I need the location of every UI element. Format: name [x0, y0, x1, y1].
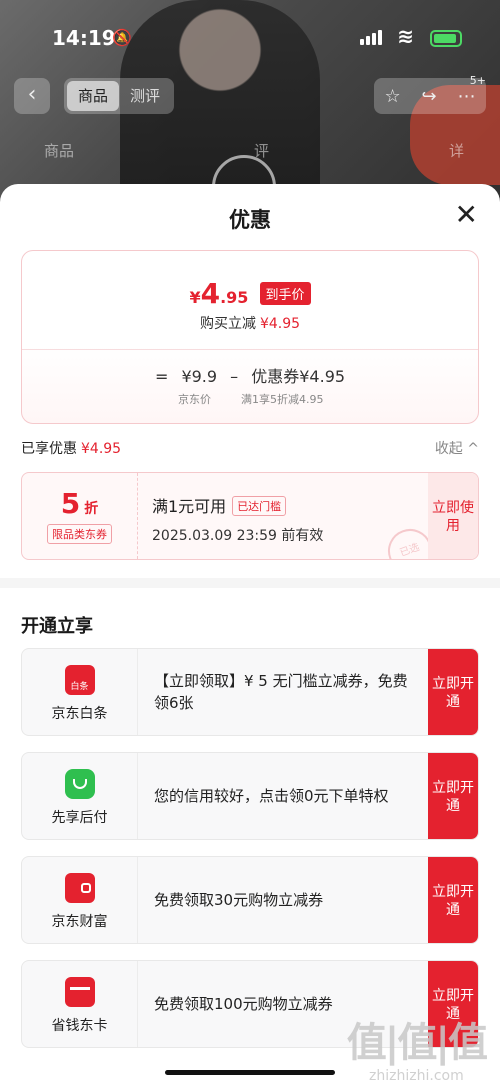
service-icon-box: 白条 京东白条 — [22, 649, 138, 735]
tab-switcher: 商品 测评 — [64, 78, 174, 114]
service-desc: 您的信用较好，点击领0元下单特权 — [154, 787, 389, 805]
service-name: 省钱东卡 — [51, 1018, 108, 1034]
coupon-type-tag: 限品类东券 — [47, 524, 112, 544]
service-name: 先享后付 — [51, 810, 108, 826]
more-icon[interactable]: ⋯ — [458, 86, 476, 107]
enjoyed-value: ¥4.95 — [81, 441, 122, 457]
message-badge: 5+ — [469, 74, 486, 87]
open-wealth-button[interactable]: 立即开通 — [428, 857, 478, 943]
baitiao-icon: 白条 — [64, 665, 95, 695]
home-indicator — [165, 1070, 335, 1075]
watermark-logo: 值|值|值 — [346, 1020, 488, 1066]
service-desc: 免费领取30元购物立减券 — [154, 891, 324, 909]
divider — [22, 349, 478, 350]
share-icon[interactable]: ↪ — [422, 86, 437, 107]
service-baitiao[interactable]: 白条 京东白条 【立即领取】¥ 5 无门槛立减券，免费领6张 立即开通 — [21, 648, 479, 736]
tab-review[interactable]: 测评 — [119, 81, 171, 111]
use-coupon-button[interactable]: 立即使用 — [428, 473, 478, 559]
sheet-title: 优惠 — [229, 208, 271, 232]
service-name: 京东财富 — [51, 914, 108, 930]
section-title: 开通立享 — [21, 616, 93, 637]
shopping-bag-icon — [64, 769, 95, 799]
price-card: ¥4.95 到手价 购买立减 ¥4.95 = ¥9.9 – 优惠券¥4.95 京东… — [21, 250, 479, 424]
service-wealth[interactable]: 京东财富 免费领取30元购物立减券 立即开通 — [21, 856, 479, 944]
collapse-button[interactable]: 收起 ^ — [435, 438, 479, 458]
status-bar: 14:19 🔕 ≋ — [0, 18, 500, 58]
coupon-rule-label: 满1享5折减4.95 — [241, 393, 324, 406]
discount-sheet: 优惠 ✕ ¥4.95 到手价 购买立减 ¥4.95 = ¥9.9 – 优惠券¥4.… — [0, 184, 500, 1083]
wallet-icon — [64, 873, 95, 903]
coupon-expiry: 2025.03.09 23:59 前有效 — [152, 528, 324, 544]
section-gap — [0, 578, 500, 588]
reduce-value: ¥4.95 — [259, 316, 301, 332]
service-pay-later[interactable]: 先享后付 您的信用较好，点击领0元下单特权 立即开通 — [21, 752, 479, 840]
open-pay-later-button[interactable]: 立即开通 — [428, 753, 478, 839]
wifi-icon: ≋ — [397, 24, 414, 48]
back-button[interactable]: ‹ — [14, 78, 50, 114]
jd-price: ¥9.9 — [181, 367, 218, 386]
formula-minus: – — [230, 367, 239, 386]
coupon-info: 满1元可用 已达门槛 2025.03.09 23:59 前有效 — [152, 493, 323, 545]
coupon-condition-row: 满1元可用 已达门槛 — [152, 493, 323, 517]
signal-icon — [360, 30, 382, 45]
threshold-reached-tag: 已达门槛 — [232, 496, 287, 516]
reduce-label: 购买立减 — [199, 316, 256, 332]
baitiao-icon-text: 白条 — [70, 682, 89, 692]
coupon-condition: 满1元可用 — [152, 497, 227, 516]
reduce-line: 购买立减 ¥4.95 — [22, 313, 478, 333]
enjoyed-discount-row: 已享优惠 ¥4.95 收起 ^ — [21, 438, 479, 458]
final-price-row: ¥4.95 到手价 — [22, 277, 478, 310]
service-name: 京东白条 — [51, 706, 108, 722]
final-price-integer: 4 — [200, 277, 221, 310]
final-price: ¥4.95 — [189, 277, 248, 310]
service-desc: 【立即领取】¥ 5 无门槛立减券，免费领6张 — [154, 672, 408, 712]
final-price-tag: 到手价 — [259, 282, 311, 305]
watermark-url: zhizhizhi.com — [369, 1068, 464, 1083]
close-button[interactable]: ✕ — [455, 200, 478, 230]
card-icon — [64, 977, 95, 1007]
coupon-discount-unit: 折 — [84, 501, 99, 517]
currency-symbol: ¥ — [189, 288, 201, 307]
price-formula: = ¥9.9 – 优惠券¥4.95 — [22, 363, 478, 387]
final-price-decimal: .95 — [220, 288, 249, 307]
service-icon-box: 省钱东卡 — [22, 961, 138, 1047]
coupon-card: 5折 限品类东券 满1元可用 已达门槛 2025.03.09 23:59 前有效 … — [21, 472, 479, 560]
coupon-discount-value: 5 — [60, 487, 81, 520]
coupon-deduction: 优惠券¥4.95 — [251, 367, 346, 386]
jd-price-label: 京东价 — [178, 393, 211, 406]
coupon-discount: 5折 — [22, 487, 137, 520]
service-icon-box: 先享后付 — [22, 753, 138, 839]
formula-equals: = — [154, 367, 169, 386]
bg-tab-detail: 详 — [448, 142, 464, 160]
product-topbar: ‹ 商品 测评 ☆ ↪ ⋯ 5+ — [0, 74, 500, 118]
star-icon[interactable]: ☆ — [384, 86, 400, 107]
watermark: 值|值|值 zhizhizhi.com — [346, 1010, 488, 1083]
enjoyed-label: 已享优惠 — [21, 441, 77, 457]
coupon-discount-box: 5折 限品类东券 — [22, 473, 138, 559]
tab-product[interactable]: 商品 — [67, 81, 119, 111]
open-baitiao-button[interactable]: 立即开通 — [428, 649, 478, 735]
battery-icon — [430, 30, 462, 47]
mute-icon: 🔕 — [112, 28, 132, 47]
service-icon-box: 京东财富 — [22, 857, 138, 943]
status-time: 14:19 — [52, 26, 116, 50]
bg-tab-product: 商品 — [44, 142, 75, 160]
